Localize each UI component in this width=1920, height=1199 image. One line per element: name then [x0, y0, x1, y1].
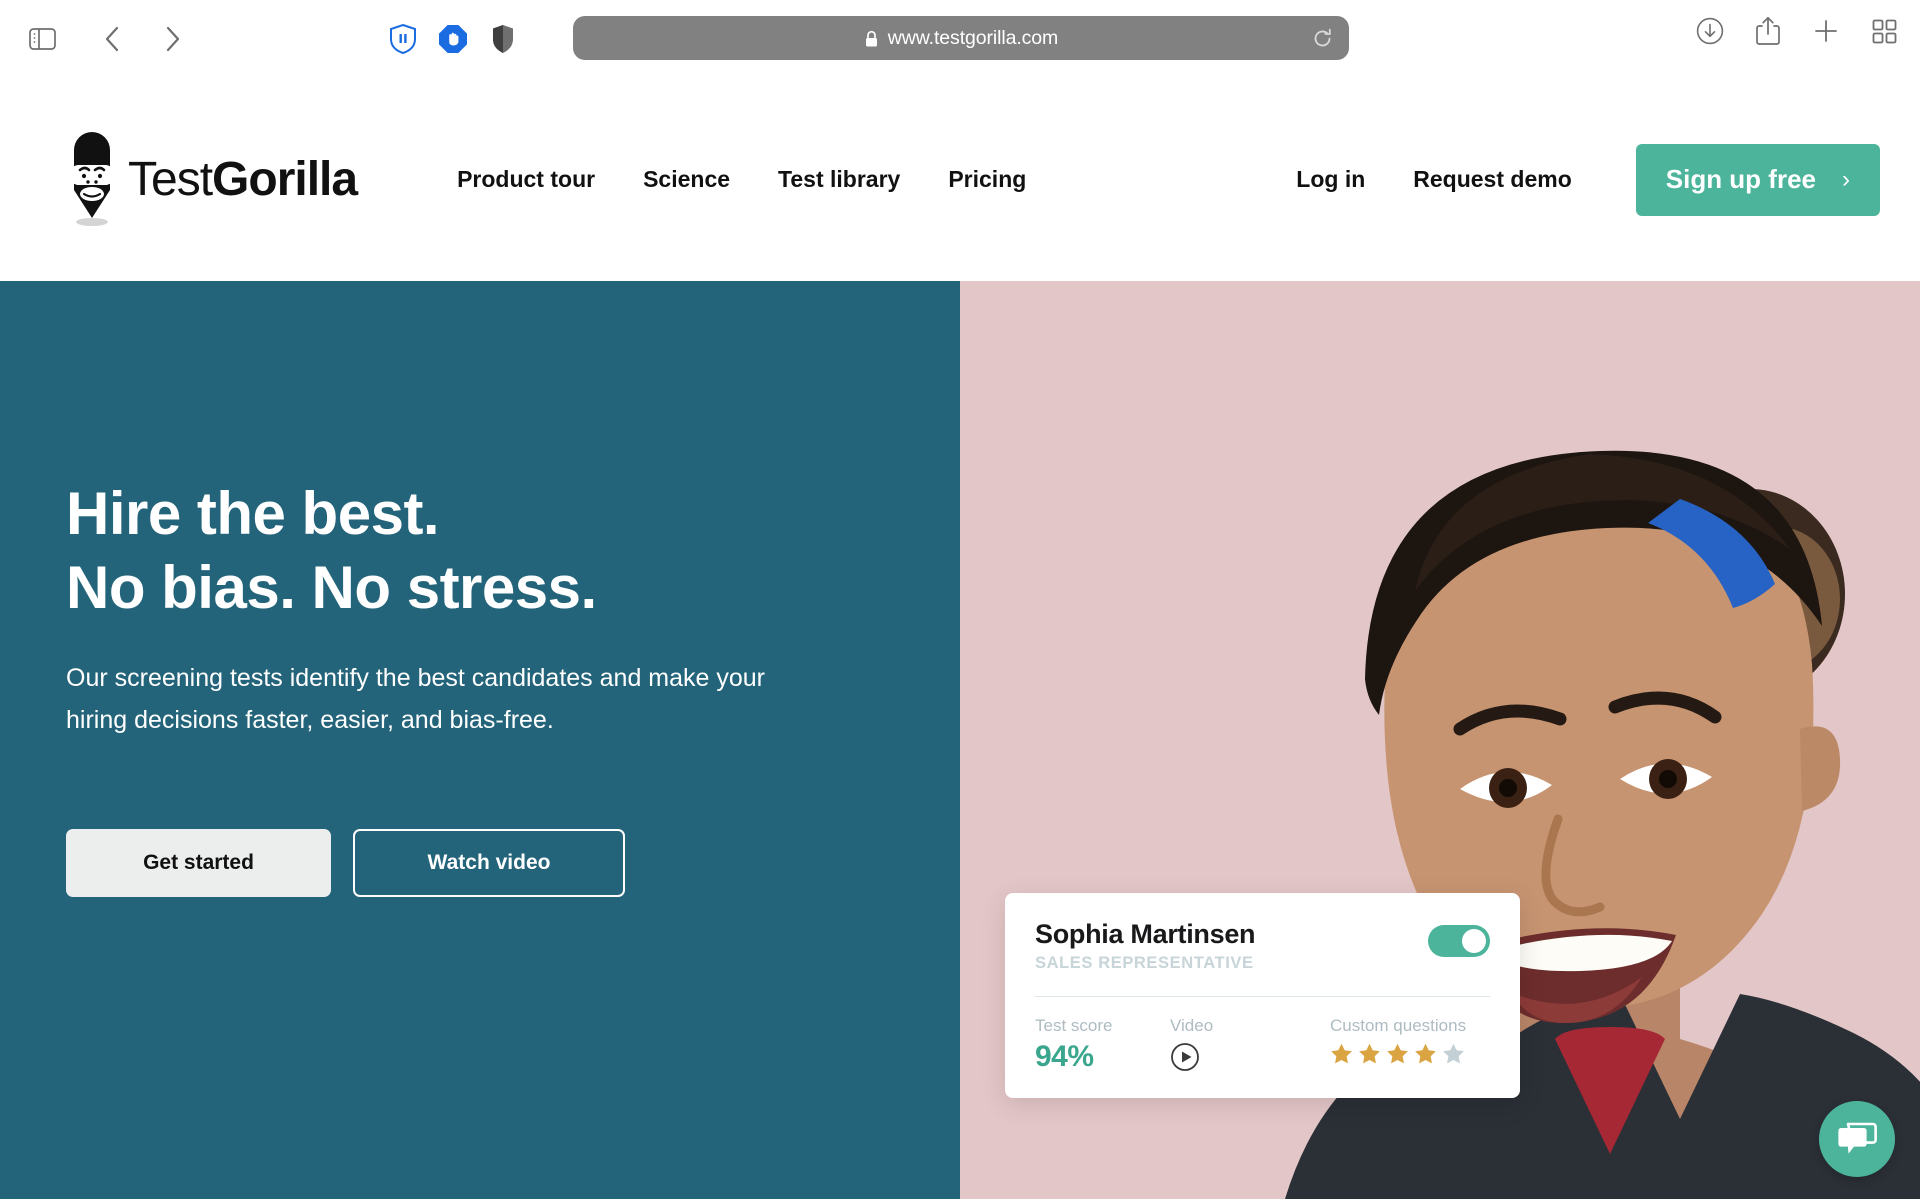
header-actions: Log in Request demo Sign up free ›: [1272, 78, 1880, 281]
star-icon-5: [1442, 1042, 1465, 1070]
hero-subtitle-line-1: Our screening tests identify the best ca…: [66, 664, 765, 692]
candidate-name: Sophia Martinsen: [1035, 919, 1256, 949]
card-divider: [1035, 996, 1490, 997]
hero-title-line-1: Hire the best.: [66, 480, 440, 547]
sign-up-free-label: Sign up free: [1665, 164, 1816, 194]
candidate-role: SALES REPRESENTATIVE: [1035, 954, 1254, 972]
star-icon-4: [1414, 1042, 1437, 1070]
chat-bubble-icon: [1838, 1122, 1877, 1154]
hero-copy: Hire the best. No bias. No stress. Our s…: [66, 477, 896, 897]
nav-item-science[interactable]: Science: [619, 166, 754, 193]
lock-icon: [864, 30, 879, 47]
new-tab-icon[interactable]: [1812, 17, 1840, 45]
stat-video: Video: [1170, 1016, 1330, 1077]
browser-nav-controls: [20, 17, 194, 61]
tab-overview-icon[interactable]: [1870, 17, 1898, 45]
candidate-identity: Sophia Martinsen SALES REPRESENTATIVE: [1035, 919, 1256, 973]
testgorilla-logo[interactable]: TestGorilla: [66, 131, 358, 228]
browser-extensions: [388, 24, 518, 54]
address-bar[interactable]: www.testgorilla.com: [573, 16, 1349, 60]
play-circle-icon[interactable]: [1170, 1042, 1330, 1077]
hero-title-line-2: No bias. No stress.: [66, 554, 597, 621]
hero-subtitle-line-2: hiring decisions faster, easier, and bia…: [66, 706, 554, 734]
reload-icon[interactable]: [1312, 28, 1333, 49]
watch-video-button[interactable]: Watch video: [353, 829, 625, 897]
stat-test-score: Test score 94%: [1035, 1016, 1170, 1074]
star-icon-1: [1330, 1042, 1353, 1070]
privacy-shield-extension-icon[interactable]: [488, 24, 518, 54]
downloads-icon[interactable]: [1696, 17, 1724, 45]
browser-toolbar: www.testgorilla.com: [0, 0, 1920, 78]
adblock-extension-icon[interactable]: [438, 24, 468, 54]
sidebar-toggle-icon[interactable]: [20, 17, 64, 61]
sign-up-free-button[interactable]: Sign up free ›: [1635, 143, 1880, 216]
toggle-knob: [1462, 929, 1486, 953]
login-link[interactable]: Log in: [1272, 166, 1389, 193]
test-score-number: 94: [1035, 1040, 1068, 1073]
logo-text-light: Test: [128, 153, 213, 206]
logo-text-bold: Gorilla: [212, 153, 358, 206]
site-header: TestGorilla Product tour Science Test li…: [0, 78, 1920, 281]
hero-cta-group: Get started Watch video: [66, 829, 896, 897]
browser-right-controls: [1696, 16, 1898, 45]
nav-item-test-library[interactable]: Test library: [754, 166, 924, 193]
logo-wordmark: TestGorilla: [128, 152, 358, 207]
hero-right-panel: Sophia Martinsen SALES REPRESENTATIVE Te…: [960, 281, 1920, 1199]
address-bar-content: www.testgorilla.com: [864, 27, 1058, 50]
page-title: Hire the best. No bias. No stress.: [66, 477, 896, 625]
video-label: Video: [1170, 1016, 1214, 1035]
star-icon-2: [1358, 1042, 1381, 1070]
nav-item-pricing[interactable]: Pricing: [924, 166, 1050, 193]
hero-left-panel: Hire the best. No bias. No stress. Our s…: [0, 281, 960, 1199]
nav-item-product-tour[interactable]: Product tour: [433, 166, 619, 193]
gorilla-logo-icon: [66, 131, 118, 228]
hero-section: Hire the best. No bias. No stress. Our s…: [0, 281, 1920, 1199]
get-started-button[interactable]: Get started: [66, 829, 331, 897]
main-nav: Product tour Science Test library Pricin…: [433, 166, 1050, 193]
pause-shield-extension-icon[interactable]: [388, 24, 418, 54]
star-rating: [1330, 1042, 1490, 1070]
forward-icon[interactable]: [150, 17, 194, 61]
star-icon-3: [1386, 1042, 1409, 1070]
candidate-card-header: Sophia Martinsen SALES REPRESENTATIVE: [1035, 919, 1490, 973]
test-score-label: Test score: [1035, 1016, 1113, 1035]
custom-questions-label: Custom questions: [1330, 1016, 1467, 1035]
test-score-unit: %: [1067, 1040, 1094, 1073]
url-text: www.testgorilla.com: [887, 26, 1059, 49]
candidate-stats: Test score 94% Video Custom questions: [1035, 1016, 1490, 1077]
request-demo-link[interactable]: Request demo: [1389, 166, 1595, 193]
candidate-toggle[interactable]: [1428, 925, 1490, 957]
chevron-right-icon: ›: [1842, 165, 1850, 193]
share-icon[interactable]: [1754, 16, 1782, 45]
candidate-card: Sophia Martinsen SALES REPRESENTATIVE Te…: [1005, 893, 1520, 1098]
chat-widget-button[interactable]: [1819, 1101, 1895, 1177]
back-icon[interactable]: [90, 17, 134, 61]
stat-custom-questions: Custom questions: [1330, 1016, 1490, 1070]
test-score-value: 94%: [1035, 1040, 1170, 1074]
hero-subtitle: Our screening tests identify the best ca…: [66, 657, 886, 741]
